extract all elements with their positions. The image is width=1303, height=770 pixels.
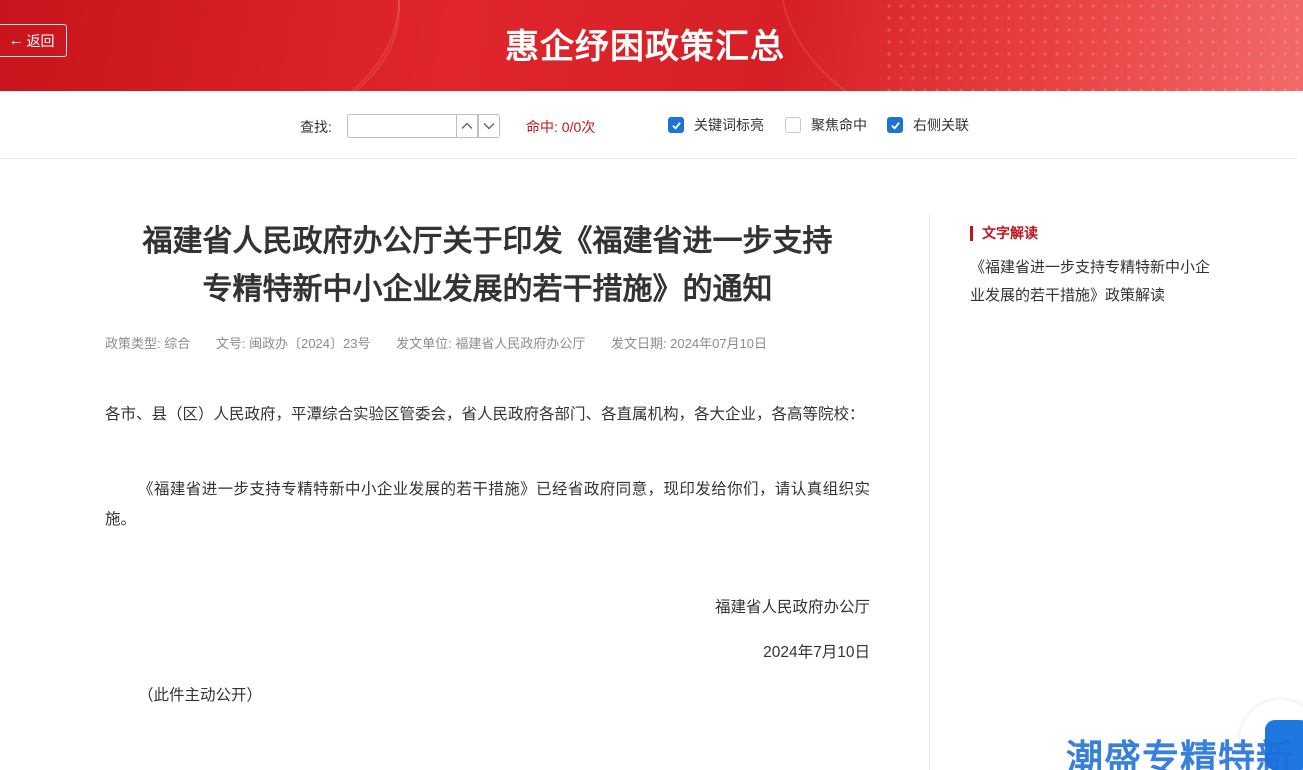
search-label: 查找:: [300, 119, 332, 135]
document-paragraph: 各市、县（区）人民政府，平潭综合实验区管委会，省人民政府各部门、各直属机构，各大…: [105, 406, 865, 423]
sidebar-link-interpretation[interactable]: 《福建省进一步支持专精特新中小企业发展的若干措施》政策解读: [970, 254, 1220, 310]
page-title: 惠企纾困政策汇总: [505, 27, 785, 66]
document-title: 福建省人民政府办公厅关于印发《福建省进一步支持 专精特新中小企业发展的若干措施》…: [105, 218, 870, 314]
chevron-up-icon: [461, 122, 473, 129]
meta-policy-type: 政策类型: 综合: [105, 336, 191, 351]
checkbox-label: 右侧关联: [913, 117, 969, 133]
meta-doc-number: 文号: 闽政办〔2024〕23号: [215, 336, 371, 351]
previous-hit-button[interactable]: [456, 114, 478, 138]
meta-issue-date: 发文日期: 2024年07月10日: [610, 336, 768, 351]
public-note: （此件主动公开）: [138, 687, 263, 704]
checkbox-label: 聚焦命中: [811, 117, 867, 133]
signature-date: 2024年7月10日: [763, 644, 870, 661]
checkbox-label: 关键词标亮: [694, 117, 764, 133]
document-paragraph: 《福建省进一步支持专精特新中小企业发展的若干措施》已经省政府同意，现印发给你们，…: [105, 481, 870, 528]
document-meta: 政策类型: 综合 文号: 闽政办〔2024〕23号 发文单位: 福建省人民政府办…: [105, 333, 870, 352]
header-banner: ← 返回 惠企纾困政策汇总: [0, 0, 1303, 91]
hit-count: 命中: 0/0次: [526, 119, 596, 135]
sidebar-title: 文字解读: [970, 226, 1038, 241]
checkbox-unchecked-icon[interactable]: [785, 117, 801, 133]
signature-organization: 福建省人民政府办公厅: [714, 599, 870, 616]
document-title-line: 福建省人民政府办公厅关于印发《福建省进一步支持: [142, 225, 833, 258]
checkbox-right-related[interactable]: 右侧关联: [887, 115, 969, 135]
chevron-down-icon: [483, 123, 495, 130]
checkbox-checked-icon[interactable]: [668, 117, 684, 133]
search-toolbar: 查找: 命中: 0/0次 关键词标亮 聚焦命中 右侧关联: [0, 91, 1297, 159]
meta-issuer: 发文单位: 福建省人民政府办公厅: [396, 336, 586, 351]
document-title-line: 专精特新中小企业发展的若干措施》的通知: [202, 273, 773, 306]
watermark-text: 潮盛专精特新: [1066, 738, 1294, 770]
checkbox-focus-hit[interactable]: 聚焦命中: [785, 115, 867, 135]
search-input[interactable]: [347, 114, 457, 138]
checkbox-keyword-highlight[interactable]: 关键词标亮: [668, 115, 764, 135]
next-hit-button[interactable]: [478, 114, 500, 138]
vertical-divider: [929, 214, 930, 770]
checkbox-checked-icon[interactable]: [887, 117, 903, 133]
